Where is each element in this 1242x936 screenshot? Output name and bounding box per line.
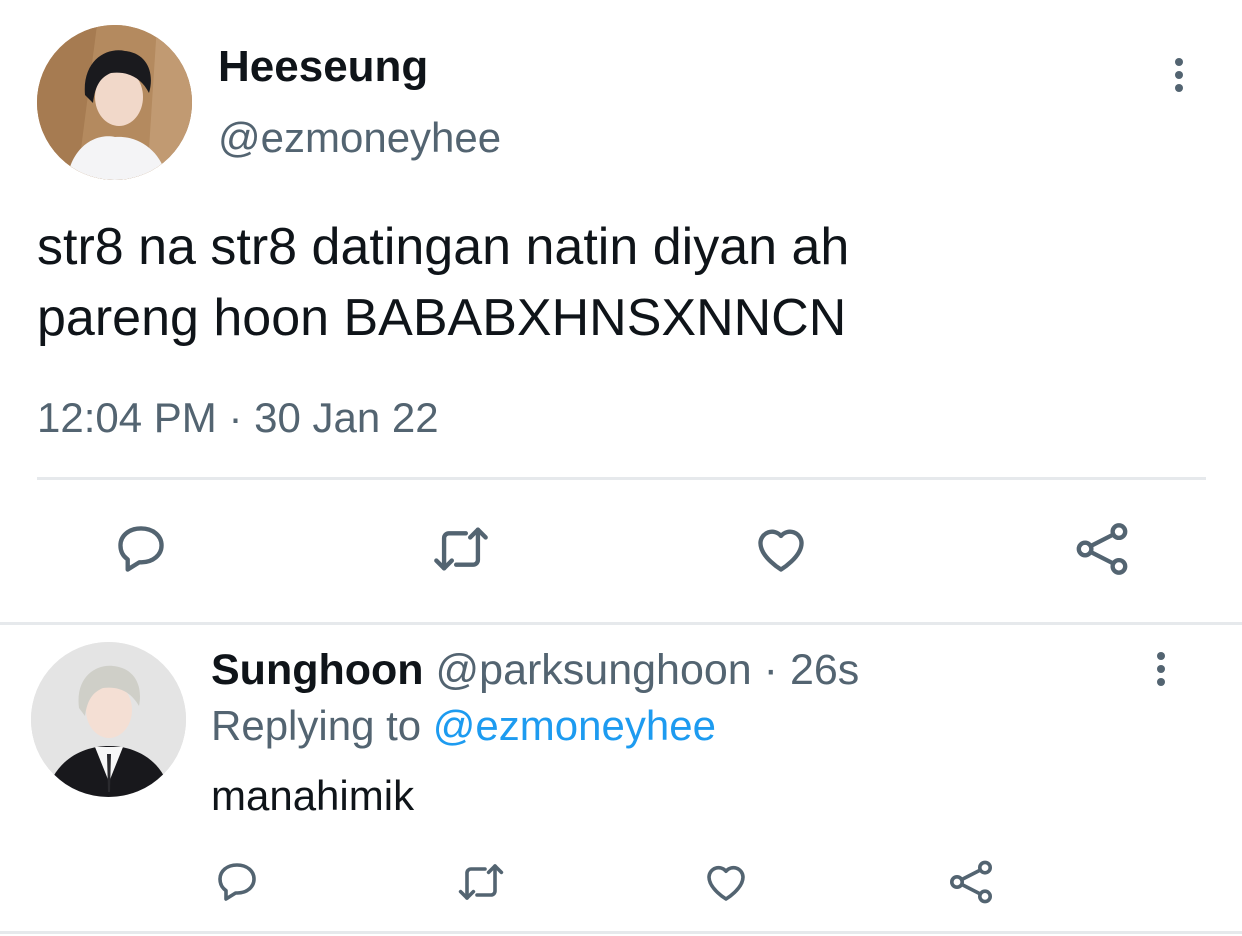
reply-text: manahimik bbox=[211, 772, 415, 819]
avatar-portrait bbox=[37, 25, 192, 180]
more-icon[interactable] bbox=[1174, 58, 1184, 92]
retweet-icon bbox=[434, 527, 488, 571]
reply-author-name[interactable]: Sunghoon bbox=[211, 646, 424, 694]
share-button[interactable] bbox=[946, 858, 996, 906]
more-icon[interactable] bbox=[1156, 652, 1166, 686]
tweet-text-line: str8 na str8 datingan natin diyan ah bbox=[37, 218, 850, 276]
reply-header: Sunghoon @parksunghoon · 26s bbox=[211, 646, 859, 695]
author-avatar[interactable] bbox=[37, 25, 192, 180]
reply-icon bbox=[218, 863, 256, 901]
retweet-button[interactable] bbox=[430, 520, 492, 578]
share-icon bbox=[950, 860, 992, 904]
reply-age[interactable]: 26s bbox=[790, 646, 859, 694]
reply-button[interactable] bbox=[112, 520, 170, 578]
reply-author-avatar[interactable] bbox=[31, 642, 186, 797]
like-button[interactable] bbox=[702, 858, 750, 906]
divider bbox=[37, 477, 1206, 480]
author-name[interactable]: Heeseung bbox=[218, 42, 428, 92]
retweet-icon bbox=[458, 864, 504, 900]
reply-icon bbox=[118, 526, 164, 572]
separator-dot: · bbox=[763, 646, 778, 694]
replying-to: Replying to @ezmoneyhee bbox=[211, 702, 716, 750]
divider bbox=[0, 931, 1242, 934]
replying-handle-link[interactable]: @ezmoneyhee bbox=[433, 702, 716, 749]
share-icon bbox=[1076, 523, 1128, 575]
like-icon bbox=[707, 865, 745, 901]
tweet-text: str8 na str8 datingan natin diyan ah par… bbox=[37, 212, 849, 354]
replying-prefix: Replying to bbox=[211, 702, 422, 749]
reply-button[interactable] bbox=[213, 858, 261, 906]
reply-author-handle[interactable]: @parksunghoon bbox=[436, 646, 752, 694]
tweet-timestamp[interactable]: 12:04 PM · 30 Jan 22 bbox=[37, 394, 439, 442]
tweet-text-line: pareng hoon BABABXHNSXNNCN bbox=[37, 289, 847, 347]
retweet-button[interactable] bbox=[455, 858, 507, 906]
share-button[interactable] bbox=[1072, 520, 1132, 578]
divider bbox=[0, 622, 1242, 625]
author-handle[interactable]: @ezmoneyhee bbox=[218, 114, 501, 162]
avatar-portrait bbox=[31, 642, 186, 797]
like-icon bbox=[758, 529, 804, 572]
like-button[interactable] bbox=[751, 520, 811, 578]
